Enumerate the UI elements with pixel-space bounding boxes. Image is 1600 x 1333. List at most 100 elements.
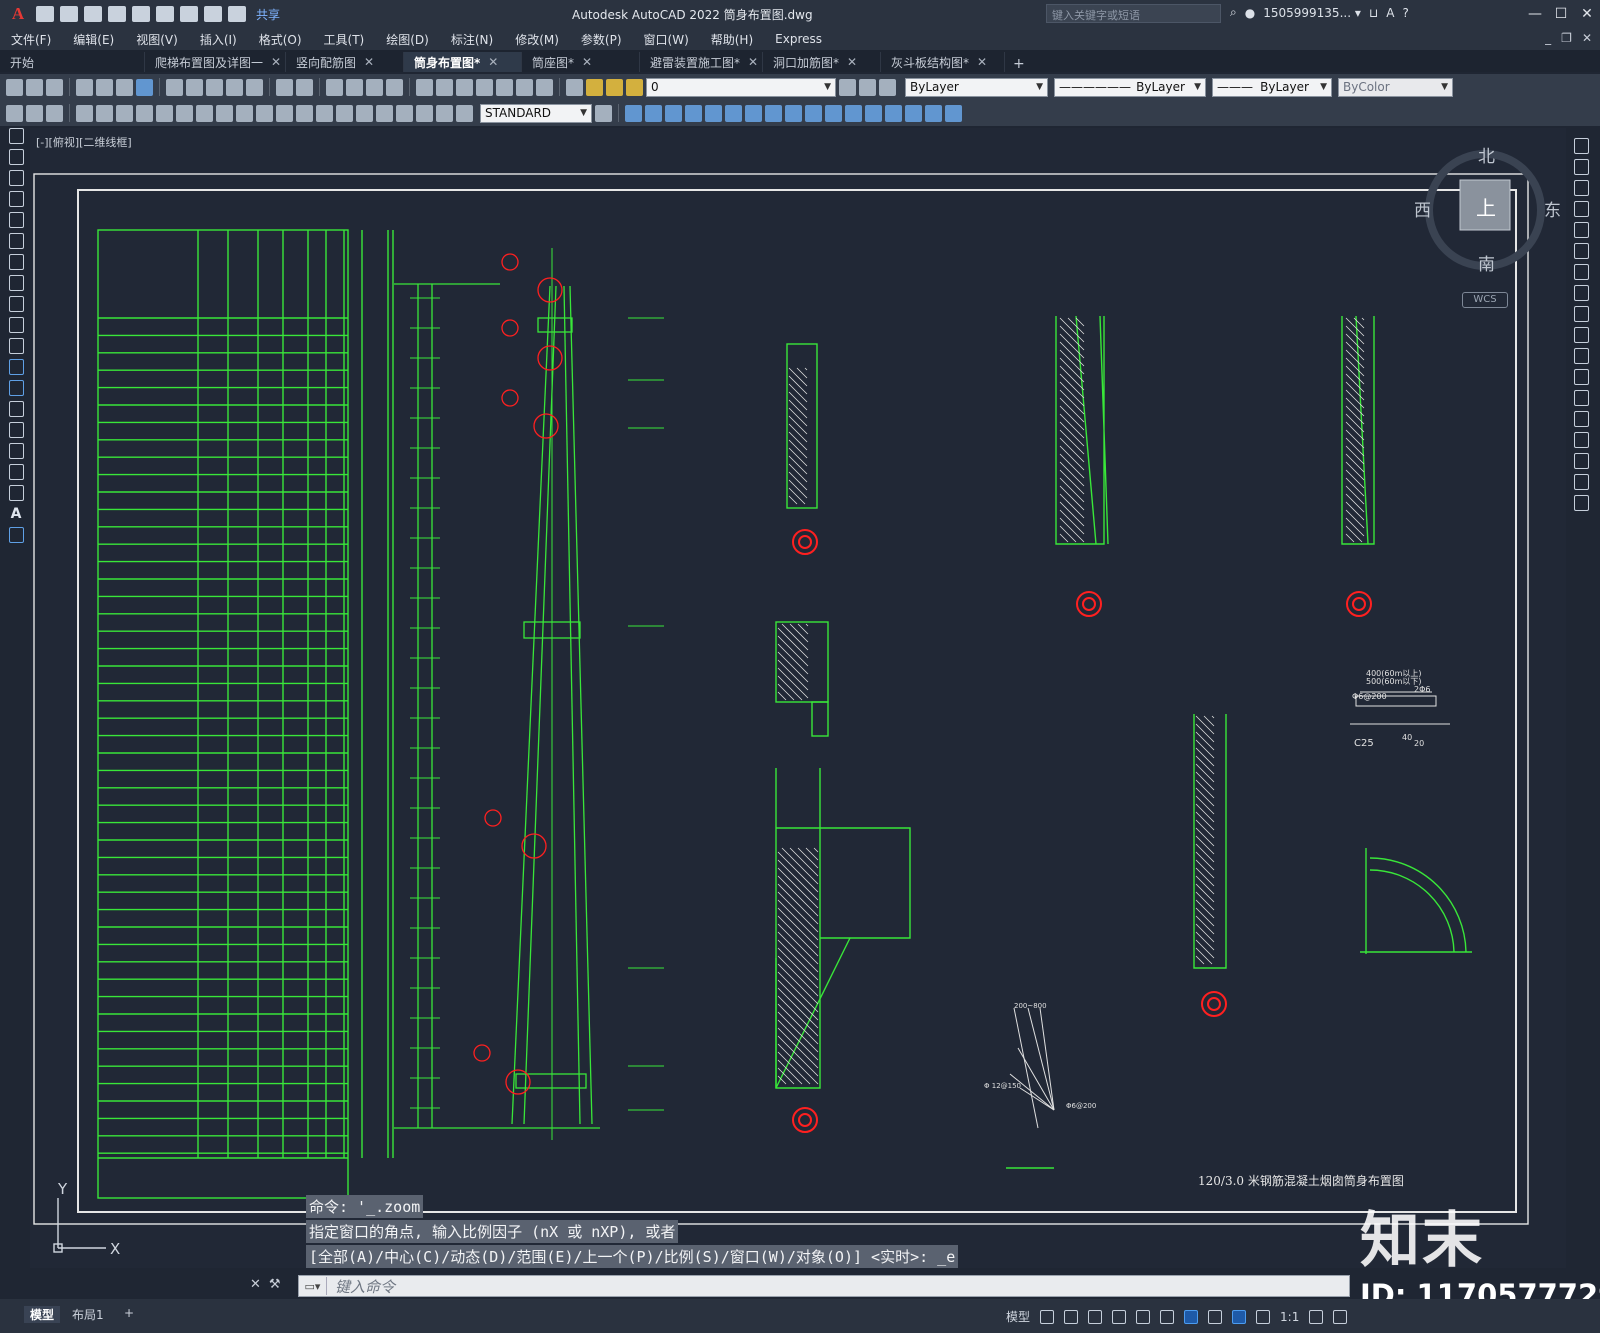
subtract-icon[interactable] <box>765 104 782 122</box>
dim-edit-icon[interactable] <box>416 104 433 122</box>
share-button[interactable]: 共享 <box>256 6 280 23</box>
tolerance-icon[interactable] <box>336 104 353 122</box>
lightbulb-icon[interactable] <box>586 78 603 96</box>
stretch-icon[interactable] <box>1573 306 1589 322</box>
continue-dim-icon[interactable] <box>276 104 293 122</box>
lock-icon[interactable] <box>626 78 643 96</box>
jogged-dim-icon[interactable] <box>176 104 193 122</box>
customize-icon[interactable]: ⚒ <box>269 1277 281 1292</box>
break-at-point-icon[interactable] <box>1573 369 1589 385</box>
properties-icon[interactable] <box>416 78 433 96</box>
tab-lightning[interactable]: 避雷装置施工图* ✕ <box>640 52 763 72</box>
tab-vertical-rebar[interactable]: 竖向配筋图 ✕ <box>286 52 404 72</box>
dim-break-icon[interactable] <box>316 104 333 122</box>
viewport-label[interactable]: [-][俯视][二维线框] <box>36 134 132 150</box>
maximize-icon[interactable]: ☐ <box>1548 0 1574 28</box>
menu-file[interactable]: 文件(F) <box>0 31 62 48</box>
layer-states-icon[interactable] <box>879 78 896 96</box>
add-icon[interactable] <box>1333 1309 1348 1324</box>
3d-move-icon[interactable] <box>865 104 882 122</box>
center-mark-icon[interactable] <box>356 104 373 122</box>
tab-base[interactable]: 筒座图* ✕ <box>522 52 640 72</box>
add-layout-icon[interactable]: + <box>124 1306 134 1320</box>
linetype-dropdown[interactable]: —————— ByLayer ▼ <box>1054 77 1206 97</box>
help-icon[interactable] <box>536 78 553 96</box>
open-icon[interactable] <box>60 6 78 22</box>
layer-properties-icon[interactable] <box>566 78 583 96</box>
sun-icon[interactable] <box>606 78 623 96</box>
open-web-icon[interactable] <box>132 6 150 22</box>
join-icon[interactable] <box>1573 411 1589 427</box>
redo-icon[interactable] <box>296 78 313 96</box>
layout-tab-layout1[interactable]: 布局1 <box>72 1306 104 1323</box>
extend-icon[interactable] <box>1573 348 1589 364</box>
make-current-icon[interactable] <box>839 78 856 96</box>
cylinder-icon[interactable] <box>645 104 662 122</box>
spline-icon[interactable] <box>8 296 24 312</box>
layer-off-icon[interactable] <box>46 104 63 122</box>
menu-window[interactable]: 窗口(W) <box>633 31 700 48</box>
annotation-scale[interactable]: 1:1 <box>1280 1310 1299 1324</box>
hatch-icon[interactable] <box>8 422 24 438</box>
sheet-set-icon[interactable] <box>476 78 493 96</box>
arc-icon[interactable] <box>8 233 24 249</box>
viewcube-west[interactable]: 西 <box>1414 196 1431 221</box>
undo-icon[interactable] <box>204 6 222 22</box>
search-input[interactable]: 键入关键字或短语 <box>1046 4 1221 23</box>
make-block-icon[interactable] <box>8 380 24 396</box>
scale-icon[interactable] <box>1573 285 1589 301</box>
visual-style-icon[interactable] <box>925 104 942 122</box>
open-icon[interactable] <box>26 78 43 96</box>
command-input[interactable]: ▭▾ 键入命令 <box>298 1275 1350 1297</box>
close-tab-icon[interactable]: ✕ <box>364 55 374 69</box>
help-icon[interactable]: ? <box>1402 6 1408 20</box>
3d-print-icon[interactable] <box>136 78 153 96</box>
quick-dim-icon[interactable] <box>236 104 253 122</box>
insert-block-icon[interactable] <box>8 359 24 375</box>
plot-icon[interactable] <box>180 6 198 22</box>
rectangle-icon[interactable] <box>8 212 24 228</box>
app-menu-button[interactable]: A <box>6 3 30 25</box>
3d-align-icon[interactable] <box>905 104 922 122</box>
snap-icon[interactable] <box>1064 1309 1079 1324</box>
close-icon[interactable]: ✕ <box>1574 0 1600 28</box>
region-icon[interactable] <box>8 464 24 480</box>
user-icon[interactable]: ● <box>1245 6 1255 20</box>
table-icon[interactable] <box>8 485 24 501</box>
close-tab-icon[interactable]: ✕ <box>582 55 592 69</box>
object-track-icon[interactable] <box>1160 1309 1175 1324</box>
plotstyle-dropdown[interactable]: ByColor ▼ <box>1338 77 1453 97</box>
workspace-gear-icon[interactable] <box>1309 1309 1324 1324</box>
circle-icon[interactable] <box>8 254 24 270</box>
rotate-icon[interactable] <box>1573 264 1589 280</box>
polygon-icon[interactable] <box>8 191 24 207</box>
wcs-menu[interactable]: WCS <box>1462 292 1508 308</box>
pan-icon[interactable] <box>326 78 343 96</box>
lineweight-icon[interactable] <box>1208 1309 1223 1324</box>
close-tab-icon[interactable]: ✕ <box>847 55 857 69</box>
union-icon[interactable] <box>745 104 762 122</box>
tab-opening-rebar[interactable]: 洞口加筋图* ✕ <box>763 52 881 72</box>
save-icon[interactable] <box>46 78 63 96</box>
menu-parametric[interactable]: 参数(P) <box>570 31 633 48</box>
polar-icon[interactable] <box>1112 1309 1127 1324</box>
slice-icon[interactable] <box>805 104 822 122</box>
arc-length-icon[interactable] <box>116 104 133 122</box>
3d-rotate-icon[interactable] <box>885 104 902 122</box>
zoom-previous-icon[interactable] <box>386 78 403 96</box>
layer-isolate-icon[interactable] <box>26 104 43 122</box>
markup-icon[interactable] <box>496 78 513 96</box>
new-tab-icon[interactable]: + <box>1005 56 1033 72</box>
dim-update-icon[interactable] <box>456 104 473 122</box>
mtext-icon[interactable]: A <box>9 506 24 522</box>
section-icon[interactable] <box>825 104 842 122</box>
isodraft-icon[interactable] <box>1136 1309 1151 1324</box>
viewcube-south[interactable]: 南 <box>1478 250 1495 275</box>
undo-icon[interactable] <box>276 78 293 96</box>
sweep-icon[interactable] <box>705 104 722 122</box>
linear-dim-icon[interactable] <box>76 104 93 122</box>
menu-view[interactable]: 视图(V) <box>125 31 189 48</box>
render-icon[interactable] <box>945 104 962 122</box>
tool-palettes-icon[interactable] <box>456 78 473 96</box>
diameter-dim-icon[interactable] <box>196 104 213 122</box>
